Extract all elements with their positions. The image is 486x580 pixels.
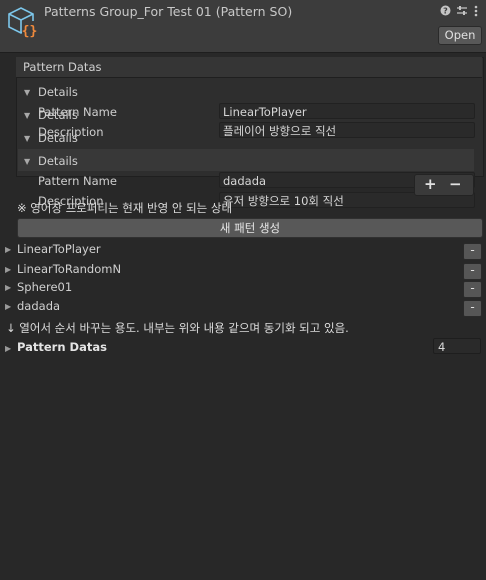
expand-arrow-icon[interactable]: ▶ [5, 344, 11, 353]
details-label: Details [38, 85, 78, 99]
sync-note: ↓ 열어서 순서 바꾸는 용도. 내부는 위와 내용 같으며 동기화 되고 있음… [6, 321, 349, 335]
inspector-title: Patterns Group_For Test 01 (Pattern SO) [44, 4, 293, 19]
remove-item-button[interactable]: - [463, 281, 482, 298]
pattern-datas-header[interactable]: Pattern Datas [16, 57, 482, 78]
panel-title: Pattern Datas [23, 60, 102, 74]
pattern-name-field[interactable]: LinearToPlayer [219, 103, 475, 119]
open-button[interactable]: Open [438, 26, 482, 45]
details-label: Details [38, 108, 78, 122]
details-foldout-arrow-icon[interactable]: ▼ [24, 111, 30, 120]
list-item[interactable]: Sphere01 [17, 280, 72, 294]
expand-arrow-icon[interactable]: ▶ [5, 265, 11, 274]
selected-element-row [18, 149, 474, 171]
details-foldout-arrow-icon[interactable]: ▼ [24, 157, 30, 166]
details-foldout-arrow-icon[interactable]: ▼ [24, 134, 30, 143]
details-foldout-arrow-icon[interactable]: ▼ [24, 88, 30, 97]
add-element-button[interactable]: + [424, 175, 437, 193]
svg-text:{}: {} [22, 24, 38, 39]
property-status-note: ※ 영어창 프로퍼티는 현재 반영 안 되는 상태 [17, 201, 233, 215]
details-label: Details [38, 131, 78, 145]
expand-arrow-icon[interactable]: ▶ [5, 245, 11, 254]
details-label: Details [38, 154, 78, 168]
pattern-name-label: Pattern Name [38, 174, 117, 188]
new-pattern-button[interactable]: 새 패턴 생성 [17, 218, 483, 238]
pattern-datas-foldout[interactable]: Pattern Datas [17, 340, 107, 354]
list-item[interactable]: dadada [17, 299, 60, 313]
help-icon[interactable]: ? [440, 5, 451, 19]
sliders-icon[interactable] [456, 5, 468, 19]
list-add-remove-controls: + − [414, 174, 474, 196]
svg-text:?: ? [443, 7, 448, 16]
remove-element-button[interactable]: − [449, 175, 462, 193]
kebab-menu-icon[interactable] [474, 5, 478, 20]
remove-item-button[interactable]: - [463, 263, 482, 280]
scriptable-object-icon: {} [6, 5, 38, 39]
remove-item-button[interactable]: - [463, 243, 482, 260]
list-item[interactable]: LinearToRandomN [17, 262, 121, 276]
description-field[interactable]: 플레이어 방향으로 직선 [219, 122, 475, 138]
expand-arrow-icon[interactable]: ▶ [5, 302, 11, 311]
list-item[interactable]: LinearToPlayer [17, 242, 101, 256]
array-size-field[interactable]: 4 [433, 338, 481, 354]
remove-item-button[interactable]: - [463, 300, 482, 317]
expand-arrow-icon[interactable]: ▶ [5, 283, 11, 292]
